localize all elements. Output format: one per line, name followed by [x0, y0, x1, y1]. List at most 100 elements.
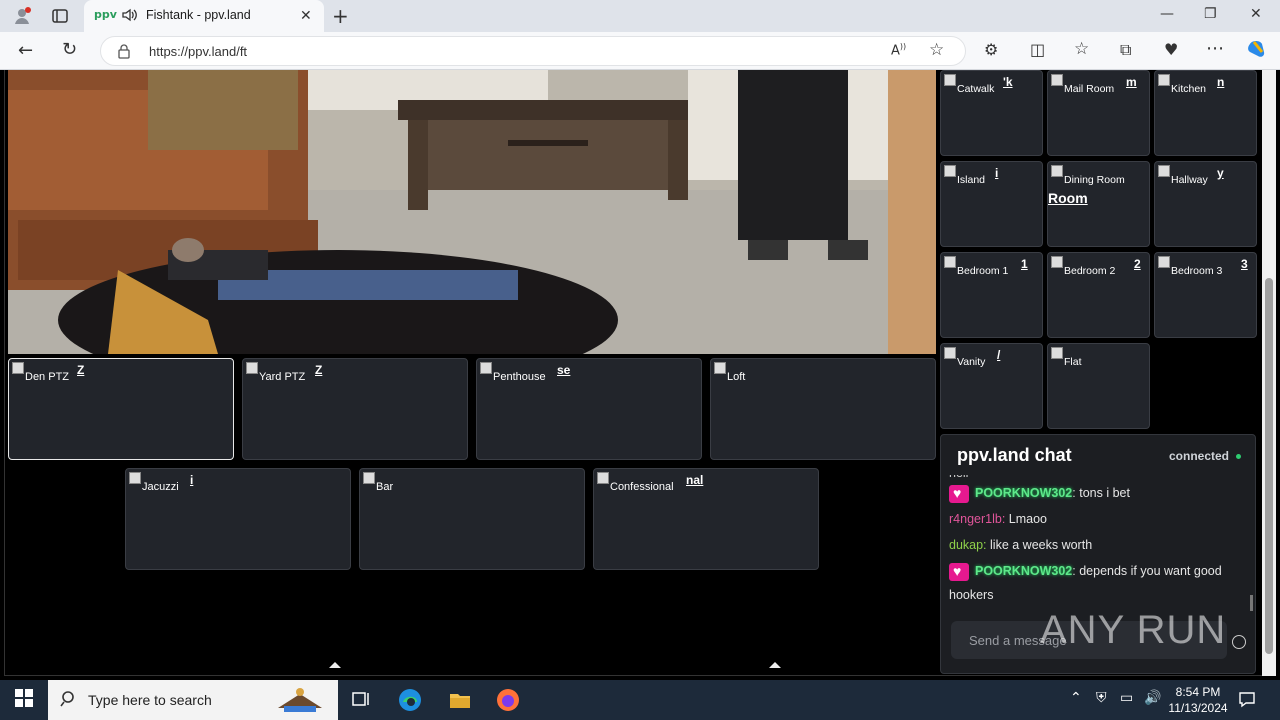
broken-image-icon [129, 472, 141, 484]
cam-label: Bedroom 3 [1171, 265, 1223, 277]
broken-image-icon [363, 472, 375, 484]
chat-message: r4nger1lb: Lmaoo [949, 507, 1245, 531]
cam-glyph: Z [77, 363, 85, 377]
task-view-icon[interactable] [350, 688, 374, 712]
chevron-up-icon[interactable]: ⌃ [1070, 690, 1094, 714]
cam-label: Mail Room [1064, 83, 1115, 95]
collections-icon[interactable]: ⧉ [1120, 40, 1131, 60]
notifications-icon[interactable] [1238, 690, 1262, 714]
more-menu-icon[interactable]: ⋯ [1206, 38, 1224, 59]
scroll-up-arrow-icon[interactable] [329, 662, 341, 668]
cam-tile-dining-room[interactable]: Dining Room Room [1047, 161, 1150, 247]
cam-tile-vanity[interactable]: Vanity / [940, 343, 1043, 429]
cam-tile-bedroom-1[interactable]: Bedroom 1 1 [940, 252, 1043, 338]
cam-tile-jacuzzi[interactable]: Jacuzzi i [125, 468, 351, 570]
chat-message: POORKNOW302: tons i bet [949, 481, 1245, 505]
performance-icon[interactable]: ♥ [1164, 40, 1178, 59]
taskbar-search[interactable]: Type here to search [48, 680, 338, 720]
cam-tile-hallway[interactable]: Hallway y [1154, 161, 1257, 247]
broken-image-icon [1158, 256, 1170, 268]
window-close-icon[interactable]: ✕ [1250, 6, 1262, 22]
security-icon[interactable]: ⛨ [1096, 690, 1120, 714]
profile-icon[interactable] [12, 6, 32, 30]
search-icon [60, 690, 84, 714]
chat-scrollbar[interactable] [1250, 595, 1253, 611]
broken-image-icon [1051, 165, 1063, 177]
chat-text: Lmaoo [1008, 512, 1048, 526]
edge-browser-icon[interactable] [398, 688, 422, 712]
refresh-icon[interactable]: ↻ [62, 39, 77, 60]
cam-glyph: m [1126, 75, 1137, 89]
broken-image-icon [714, 362, 726, 374]
extensions-icon[interactable]: ⚙ [984, 40, 998, 59]
cam-label: Confessional [610, 481, 674, 493]
chat-text: like a weeks worth [990, 538, 1093, 552]
broken-image-icon [1051, 347, 1063, 359]
browser-tab-bar: ppv Fishtank - ppv.land ✕ + — ❐ ✕ [0, 0, 1280, 32]
cam-label: Flat [1064, 356, 1082, 368]
speaker-icon[interactable] [120, 6, 138, 24]
minimize-icon[interactable]: — [1160, 6, 1174, 22]
chat-username[interactable]: POORKNOW302 [975, 564, 1072, 578]
network-icon[interactable]: ▭ [1120, 690, 1144, 714]
cam-label: Den PTZ [25, 371, 70, 383]
address-bar[interactable]: https://ppv.land/ft A)) ☆ [100, 36, 966, 66]
scroll-up-arrow-icon[interactable] [769, 662, 781, 668]
file-explorer-icon[interactable] [448, 688, 472, 712]
search-highlight-icon [270, 684, 330, 716]
read-aloud-icon[interactable]: A)) [891, 42, 906, 58]
windows-start-icon[interactable] [14, 688, 38, 712]
favorite-star-icon[interactable]: ☆ [929, 40, 944, 60]
cam-tile-bedroom-2[interactable]: Bedroom 2 2 [1047, 252, 1150, 338]
anyrun-watermark: ANY RUN [1040, 608, 1227, 652]
main-video-player[interactable] [8, 70, 936, 354]
cam-tile-bedroom-3[interactable]: Bedroom 3 3 [1154, 252, 1257, 338]
copilot-icon[interactable] [1246, 38, 1268, 64]
browser-tab[interactable]: ppv Fishtank - ppv.land ✕ [84, 0, 324, 32]
cam-label: Yard PTZ [259, 371, 306, 383]
system-clock[interactable]: 8:54 PM 11/13/2024 [1168, 684, 1228, 716]
broken-image-icon [1051, 256, 1063, 268]
favorites-icon[interactable]: ☆ [1074, 39, 1089, 59]
tab-title: Fishtank - ppv.land [146, 8, 251, 22]
page-scrollbar[interactable] [1262, 70, 1276, 676]
chat-username[interactable]: dukap: [949, 538, 987, 552]
broken-image-icon [246, 362, 258, 374]
cam-tile-confessional[interactable]: Confessional nal [593, 468, 819, 570]
cam-tile-catwalk[interactable]: Catwalk 'k [940, 70, 1043, 156]
new-tab-icon[interactable]: + [332, 4, 349, 28]
split-screen-icon[interactable]: ◫ [1030, 40, 1045, 59]
back-icon[interactable]: ← [18, 40, 33, 61]
chat-messages[interactable]: hell POORKNOW302: tons i bet r4nger1lb: … [949, 475, 1245, 615]
cam-tile-bar[interactable]: Bar [359, 468, 585, 570]
cam-glyph: n [1217, 75, 1225, 89]
maximize-icon[interactable]: ❐ [1204, 6, 1217, 22]
cam-tile-kitchen[interactable]: Kitchen n [1154, 70, 1257, 156]
chat-message: dukap: like a weeks worth [949, 533, 1245, 557]
cam-glyph: 'k [1003, 75, 1013, 89]
tab-actions-icon[interactable] [52, 8, 68, 28]
cam-tile-mail-room[interactable]: Mail Room m [1047, 70, 1150, 156]
firefox-icon[interactable] [496, 688, 520, 712]
volume-icon[interactable]: 🔊 [1144, 690, 1168, 714]
scrollbar-thumb[interactable] [1265, 278, 1273, 654]
cam-tile-flat[interactable]: Flat [1047, 343, 1150, 429]
tab-close-icon[interactable]: ✕ [300, 8, 312, 24]
cam-tile-penthouse[interactable]: Penthouse se [476, 358, 702, 460]
lock-icon[interactable] [117, 43, 131, 63]
cam-label: Catwalk [957, 83, 995, 95]
cam-glyph: 1 [1021, 257, 1028, 271]
cam-tile-yard-ptz[interactable]: Yard PTZ Z [242, 358, 468, 460]
chat-username[interactable]: r4nger1lb: [949, 512, 1005, 526]
video-frame-image [8, 70, 936, 354]
connection-status: connected [1168, 449, 1229, 463]
emoji-icon[interactable] [1232, 635, 1246, 649]
url-text[interactable]: https://ppv.land/ft [149, 44, 247, 59]
search-placeholder: Type here to search [88, 692, 212, 708]
cam-glyph: i [190, 473, 194, 487]
cam-label: Vanity [957, 356, 986, 368]
cam-tile-den-ptz[interactable]: Den PTZ Z [8, 358, 234, 460]
chat-username[interactable]: POORKNOW302 [975, 486, 1072, 500]
cam-tile-loft[interactable]: Loft [710, 358, 936, 460]
cam-tile-island[interactable]: Island i [940, 161, 1043, 247]
